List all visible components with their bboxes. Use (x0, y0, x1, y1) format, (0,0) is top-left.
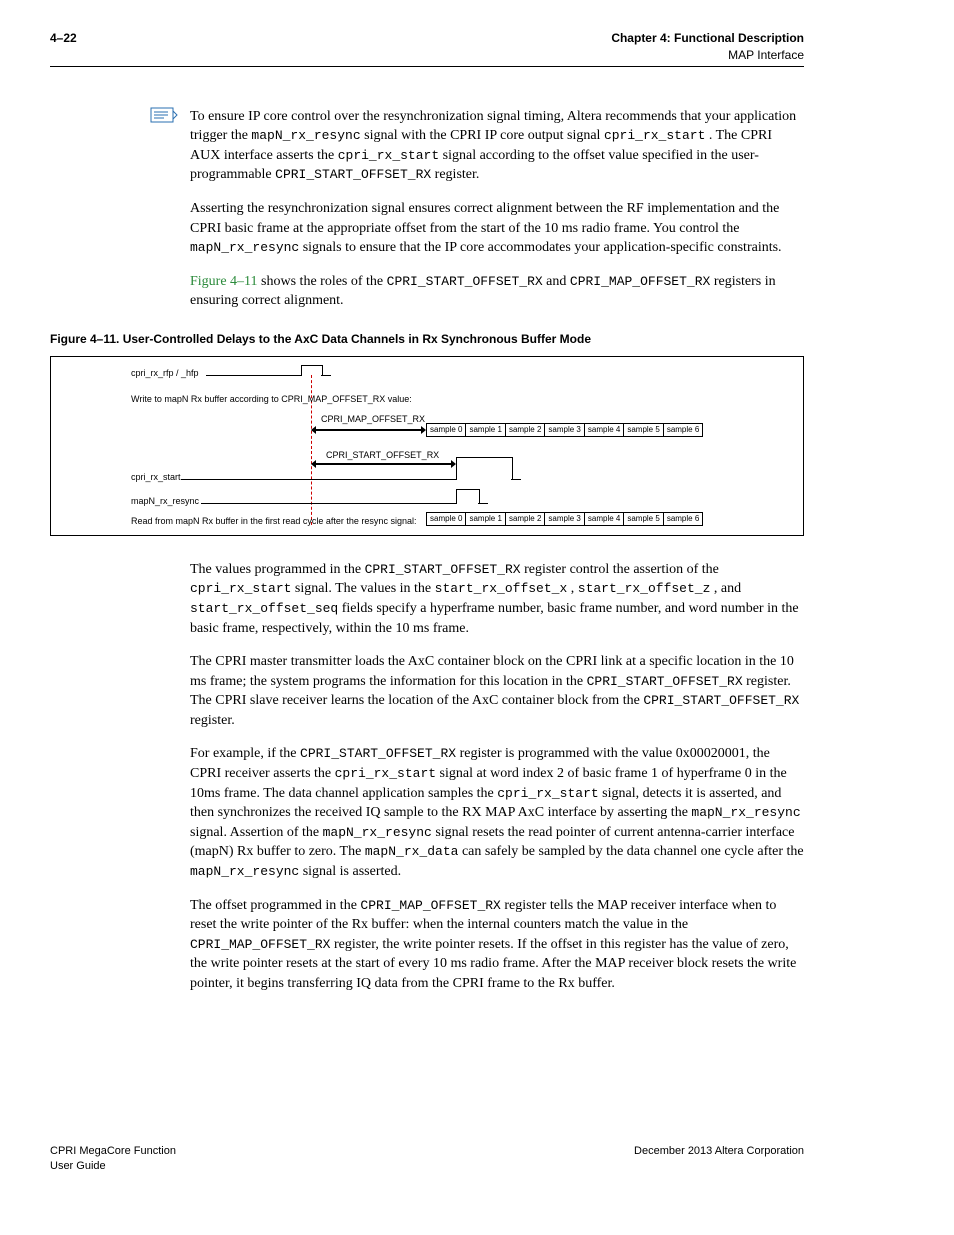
fig-label-rfp: cpri_rx_rfp / _hfp (131, 367, 199, 380)
fig-label-resync: mapN_rx_resync (131, 495, 199, 508)
paragraph-3: Figure 4–11 shows the roles of the CPRI_… (190, 272, 804, 311)
section-title: MAP Interface (611, 47, 804, 64)
fig-label-rxstart: cpri_rx_start (131, 471, 181, 484)
figure-link[interactable]: Figure 4–11 (190, 274, 258, 289)
paragraph-6: For example, if the CPRI_START_OFFSET_RX… (190, 744, 804, 881)
fig-label-mapoff: CPRI_MAP_OFFSET_RX (321, 413, 425, 426)
pulse-resync (456, 489, 480, 504)
sample-row-bottom: sample 0 sample 1 sample 2 sample 3 samp… (426, 512, 703, 526)
note-text: To ensure IP core control over the resyn… (190, 107, 804, 185)
page-header: 4–22 Chapter 4: Functional Description M… (50, 30, 804, 67)
sample-row-top: sample 0 sample 1 sample 2 sample 3 samp… (426, 423, 703, 437)
pulse-rxstart (456, 457, 513, 480)
paragraph-5: The CPRI master transmitter loads the Ax… (190, 652, 804, 730)
paragraph-7: The offset programmed in the CPRI_MAP_OF… (190, 896, 804, 994)
fig-label-read: Read from mapN Rx buffer in the first re… (131, 515, 416, 528)
note-block: To ensure IP core control over the resyn… (50, 107, 804, 185)
chapter-title: Chapter 4: Functional Description (611, 30, 804, 47)
header-right: Chapter 4: Functional Description MAP In… (611, 30, 804, 64)
paragraph-2: Asserting the resynchronization signal e… (190, 199, 804, 258)
fig-label-write: Write to mapN Rx buffer according to CPR… (131, 393, 412, 406)
fig-label-startoff: CPRI_START_OFFSET_RX (326, 449, 439, 462)
paragraph-4: The values programmed in the CPRI_START_… (190, 560, 804, 638)
page-footer: CPRI MegaCore Function User Guide Decemb… (50, 1144, 804, 1175)
footer-right: December 2013 Altera Corporation (634, 1144, 804, 1175)
figure-4-11: cpri_rx_rfp / _hfp Write to mapN Rx buff… (50, 356, 804, 536)
figure-caption: Figure 4–11. User-Controlled Delays to t… (50, 331, 804, 348)
note-icon (150, 107, 180, 185)
pulse-rfp (301, 365, 323, 376)
page-number: 4–22 (50, 30, 77, 64)
footer-left: CPRI MegaCore Function User Guide (50, 1144, 176, 1175)
